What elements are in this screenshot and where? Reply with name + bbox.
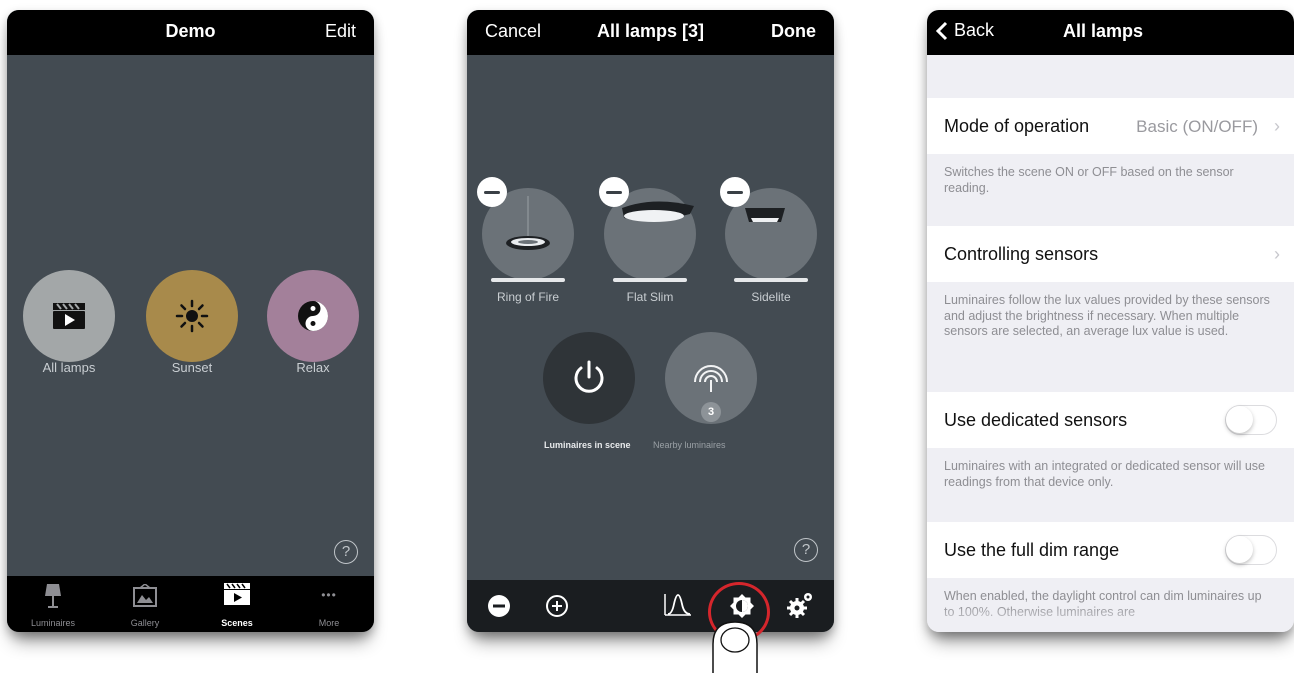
controlling-note: Luminaires follow the lux values provide… — [944, 293, 1270, 338]
nav-bar: Back All lamps — [927, 10, 1294, 55]
row-title: Controlling sensors — [944, 244, 1099, 264]
lamp-level-bar — [613, 278, 687, 282]
lamp-label: Ring of Fire — [496, 290, 560, 304]
sensor-settings-screen: Back All lamps Mode of operation Basic (… — [927, 10, 1294, 632]
done-button[interactable]: Done — [771, 21, 816, 42]
settings-gears-icon[interactable] — [785, 590, 815, 620]
edit-scene-screen: Cancel All lamps [3] Done Ring of Fire F… — [467, 10, 834, 632]
tab-label: Scenes — [221, 618, 253, 628]
tab-more[interactable]: ••• More — [283, 576, 374, 632]
toggle-knob — [1226, 406, 1253, 433]
row-title: Mode of operation — [944, 116, 1090, 136]
chevron-right-icon: › — [1274, 116, 1280, 136]
nav-title: Demo — [165, 21, 216, 41]
nearby-count-badge: 3 — [701, 402, 721, 422]
row-title: Use dedicated sensors — [944, 410, 1128, 430]
tab-label: More — [318, 618, 340, 628]
power-button[interactable] — [543, 332, 635, 424]
scene-sunset[interactable] — [146, 270, 238, 362]
lamp-level-bar — [491, 278, 565, 282]
lamp-level-bar — [734, 278, 808, 282]
mode-of-operation-row[interactable]: Mode of operation Basic (ON/OFF) › — [927, 98, 1294, 154]
plus-circle-icon[interactable] — [545, 594, 569, 618]
luminaires-in-scene-label[interactable]: Luminaires in scene — [544, 440, 631, 450]
back-button[interactable]: Back — [935, 20, 994, 41]
scene-all-lamps[interactable] — [23, 270, 115, 362]
chevron-right-icon: › — [1274, 244, 1280, 264]
power-icon — [574, 360, 604, 393]
dedicated-sensors-row: Use dedicated sensors — [927, 392, 1294, 448]
scene-label: All lamps — [42, 360, 96, 375]
scene-label: Sunset — [171, 360, 213, 375]
row-title: Use the full dim range — [944, 540, 1120, 560]
finger-pointer-icon — [712, 621, 758, 673]
tab-bar: Luminaires Gallery Scenes ••• More — [7, 576, 374, 632]
back-label: Back — [954, 20, 995, 40]
help-icon[interactable]: ? — [334, 540, 358, 564]
curve-icon[interactable] — [663, 592, 693, 618]
nearby-luminaires-label[interactable]: Nearby luminaires — [653, 440, 726, 450]
yin-yang-icon — [298, 301, 328, 331]
nav-bar: Demo Edit — [7, 10, 374, 55]
tab-label: Gallery — [130, 618, 160, 628]
toggle-knob — [1226, 536, 1253, 563]
edit-button[interactable]: Edit — [325, 21, 356, 42]
dedicated-sensors-toggle[interactable] — [1225, 405, 1277, 435]
scroll-fade — [927, 604, 1294, 632]
full-dim-range-toggle[interactable] — [1225, 535, 1277, 565]
signal-icon — [694, 365, 728, 392]
lamp-label: Flat Slim — [626, 290, 674, 304]
row-value: Basic (ON/OFF) — [1136, 117, 1258, 136]
tab-scenes[interactable]: Scenes — [191, 576, 283, 632]
lamp-icon — [45, 584, 61, 608]
controlling-sensors-row[interactable]: Controlling sensors › — [927, 226, 1294, 282]
help-icon[interactable]: ? — [794, 538, 818, 562]
nav-bar: Cancel All lamps [3] Done — [467, 10, 834, 55]
minus-circle-icon[interactable] — [487, 594, 511, 618]
tab-label: Luminaires — [30, 618, 76, 628]
ellipsis-icon: ••• — [321, 588, 337, 602]
dedicated-note: Luminaires with an integrated or dedicat… — [944, 459, 1266, 489]
tab-gallery[interactable]: Gallery — [99, 576, 191, 632]
scenes-screen: Demo Edit All lamps Sunset Relax ? Lumin… — [7, 10, 374, 632]
gallery-icon — [133, 583, 157, 607]
bottom-toolbar — [467, 580, 834, 632]
chevron-left-icon — [935, 21, 948, 40]
scene-label: Relax — [296, 360, 330, 375]
sun-icon — [175, 299, 209, 333]
remove-lamp-button[interactable] — [477, 177, 507, 207]
full-dim-range-row: Use the full dim range — [927, 522, 1294, 578]
scene-relax[interactable] — [267, 270, 359, 362]
clapperboard-icon — [224, 583, 250, 605]
remove-lamp-button[interactable] — [720, 177, 750, 207]
tab-luminaires[interactable]: Luminaires — [7, 576, 99, 632]
clapperboard-icon — [53, 303, 85, 329]
nav-title: All lamps — [1063, 21, 1144, 41]
mode-note: Switches the scene ON or OFF based on th… — [944, 165, 1234, 195]
lamp-label: Sidelite — [751, 290, 791, 304]
remove-lamp-button[interactable] — [599, 177, 629, 207]
